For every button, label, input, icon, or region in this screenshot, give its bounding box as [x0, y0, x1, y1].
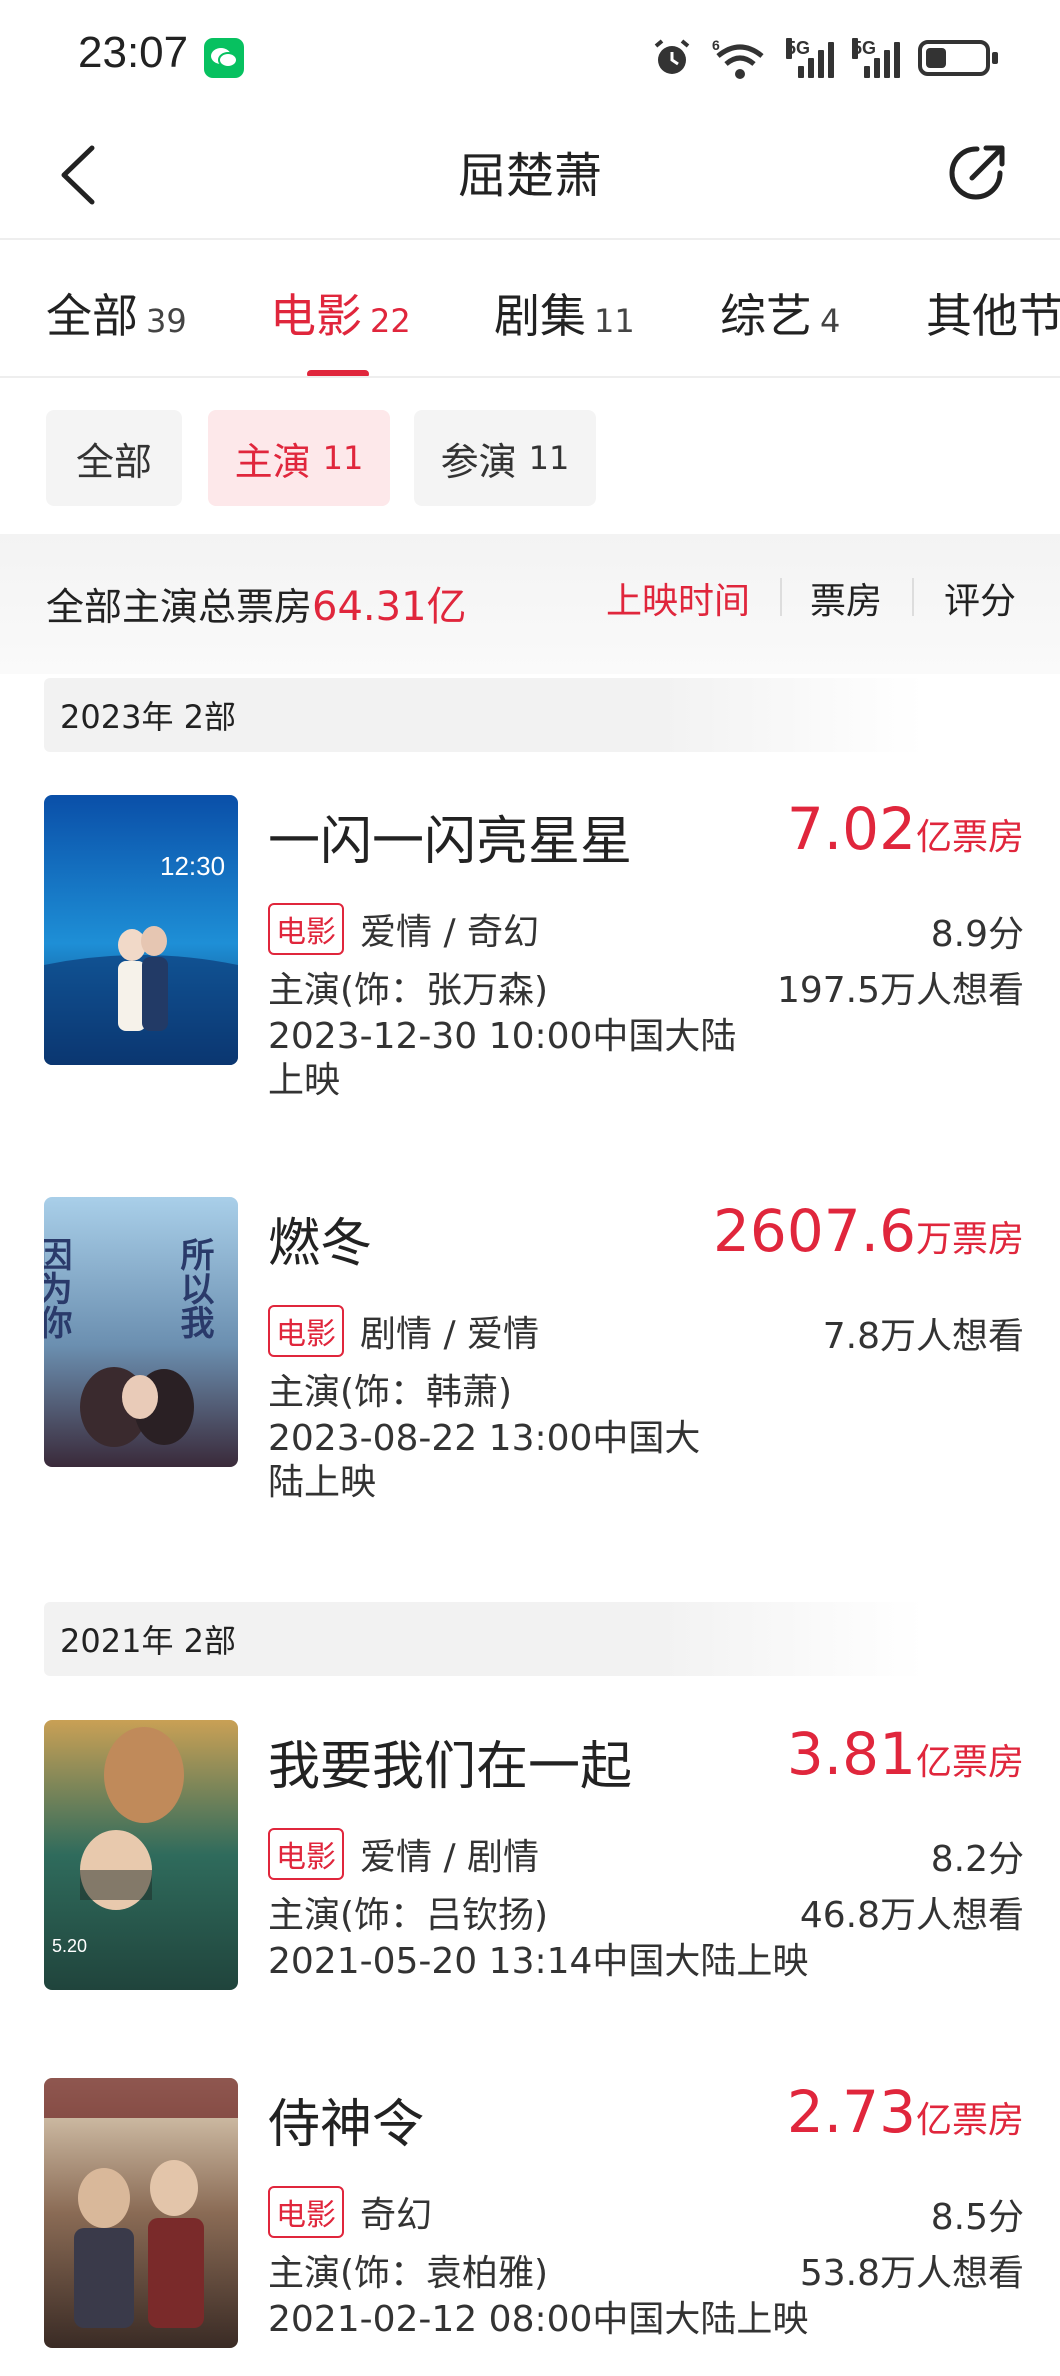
sort-by-date[interactable]: 上映时间 — [606, 572, 750, 624]
movie-release-date: 2021-02-12 08:00中国大陆上映 — [268, 2299, 809, 2340]
sort-divider — [912, 578, 914, 616]
summary-bar: 全部主演总票房64.31亿 上映时间 票房 评分 — [0, 534, 1060, 674]
tab-all[interactable]: 全部 39 — [46, 280, 187, 346]
sort-divider — [780, 578, 782, 616]
status-time: 23:07 — [78, 28, 189, 77]
signal-icon-2: 5G — [852, 38, 900, 78]
total-box-office: 全部主演总票房64.31亿 — [46, 584, 467, 630]
movie-role: 主演(饰：吕钦扬) — [268, 1895, 549, 1936]
box-office: 2.73亿票房 — [786, 2078, 1024, 2146]
movie-role: 主演(饰：袁柏雅) — [268, 2253, 549, 2294]
tab-other[interactable]: 其他节 — [926, 280, 1060, 346]
movie-type-badge: 电影 — [268, 2186, 344, 2238]
movie-card[interactable]: 侍神令 2.73亿票房 电影 奇幻 8.5分 主演(饰：袁柏雅) 53.8万人想看… — [44, 2078, 1024, 2368]
wechat-icon — [204, 38, 244, 78]
movie-card[interactable]: 因为你 所以我 燃冬 2607.6万票房 电影 剧情 / 爱情 7.8万人想看 主… — [44, 1197, 1024, 1527]
movie-want-count: 46.8万人想看 — [799, 1895, 1024, 1936]
movie-type-badge: 电影 — [268, 903, 344, 955]
movie-title[interactable]: 燃冬 — [268, 1201, 372, 1276]
movie-card[interactable]: 12:30 一闪一闪亮星星 7.02亿票房 电影 爱情 / 奇幻 8.9分 主演(… — [44, 795, 1024, 1125]
year-group-header: 2023年 2部 — [44, 678, 924, 752]
chip-all[interactable]: 全部 — [46, 410, 182, 506]
movie-poster[interactable]: 5.20 — [44, 1720, 238, 1990]
movie-release-date: 2021-05-20 13:14中国大陆上映 — [268, 1941, 809, 1982]
battery-level — [926, 48, 946, 68]
chip-supporting[interactable]: 参演 11 — [414, 410, 596, 506]
box-office: 7.02亿票房 — [786, 795, 1024, 863]
movie-card[interactable]: 5.20 我要我们在一起 3.81亿票房 电影 爱情 / 剧情 8.2分 主演(饰… — [44, 1720, 1024, 2020]
box-office: 2607.6万票房 — [713, 1197, 1024, 1265]
movie-poster[interactable]: 因为你 所以我 — [44, 1197, 238, 1467]
sort-by-rating[interactable]: 评分 — [944, 572, 1016, 624]
wifi-icon: 6 — [712, 37, 764, 79]
movie-role: 主演(饰：张万森) — [268, 970, 549, 1011]
nav-bar: 屈楚萧 — [0, 110, 1060, 240]
movie-title[interactable]: 一闪一闪亮星星 — [268, 799, 632, 874]
page-title: 屈楚萧 — [457, 148, 602, 204]
movie-score: 8.5分 — [930, 2197, 1024, 2238]
movie-want-count: 197.5万人想看 — [776, 970, 1024, 1011]
movie-genres: 爱情 / 剧情 — [360, 1837, 540, 1878]
movie-type-badge: 电影 — [268, 1828, 344, 1880]
status-bar: 23:07 6 5G 5G — [0, 0, 1060, 110]
movie-title[interactable]: 侍神令 — [268, 2082, 424, 2157]
chip-lead[interactable]: 主演 11 — [208, 410, 390, 506]
active-tab-indicator — [307, 370, 369, 376]
movie-release-date: 2023-08-22 13:00中国大陆上映 — [268, 1418, 701, 1503]
movie-poster[interactable] — [44, 2078, 238, 2348]
total-box-office-value: 64.31亿 — [312, 584, 467, 630]
svg-text:6: 6 — [712, 37, 720, 53]
signal-icon: 5G — [786, 38, 834, 78]
battery-icon — [918, 40, 998, 76]
poster-text: 所以我 — [174, 1237, 214, 1339]
tab-variety[interactable]: 综艺 4 — [720, 280, 840, 346]
tab-movies[interactable]: 电影 22 — [270, 280, 411, 346]
movie-score: 8.9分 — [930, 914, 1024, 955]
movie-genres: 爱情 / 奇幻 — [360, 912, 540, 953]
poster-text: 5.20 — [52, 1936, 87, 1956]
year-group-header: 2021年 2部 — [44, 1602, 924, 1676]
movie-score: 8.2分 — [930, 1839, 1024, 1880]
movie-title[interactable]: 我要我们在一起 — [268, 1724, 632, 1799]
poster-text: 12:30 — [160, 851, 225, 881]
category-tabs: 全部 39 电影 22 剧集 11 综艺 4 其他节 — [0, 242, 1060, 378]
movie-genres: 奇幻 — [360, 2195, 433, 2236]
movie-type-badge: 电影 — [268, 1305, 344, 1357]
movie-want-count: 7.8万人想看 — [822, 1316, 1024, 1357]
movie-poster[interactable]: 12:30 — [44, 795, 238, 1065]
movie-want-count: 53.8万人想看 — [799, 2253, 1024, 2294]
poster-text: 因为你 — [44, 1237, 73, 1339]
alarm-icon — [654, 39, 690, 74]
sort-by-box-office[interactable]: 票房 — [810, 572, 882, 624]
movie-role: 主演(饰：韩萧) — [268, 1372, 513, 1413]
box-office: 3.81亿票房 — [786, 1720, 1024, 1788]
movie-release-date: 2023-12-30 10:00中国大陆上映 — [268, 1016, 737, 1101]
role-filter: 全部 主演 11 参演 11 — [0, 378, 1060, 528]
tab-series[interactable]: 剧集 11 — [494, 280, 635, 346]
movie-genres: 剧情 / 爱情 — [360, 1314, 540, 1355]
share-icon[interactable] — [942, 138, 1012, 208]
